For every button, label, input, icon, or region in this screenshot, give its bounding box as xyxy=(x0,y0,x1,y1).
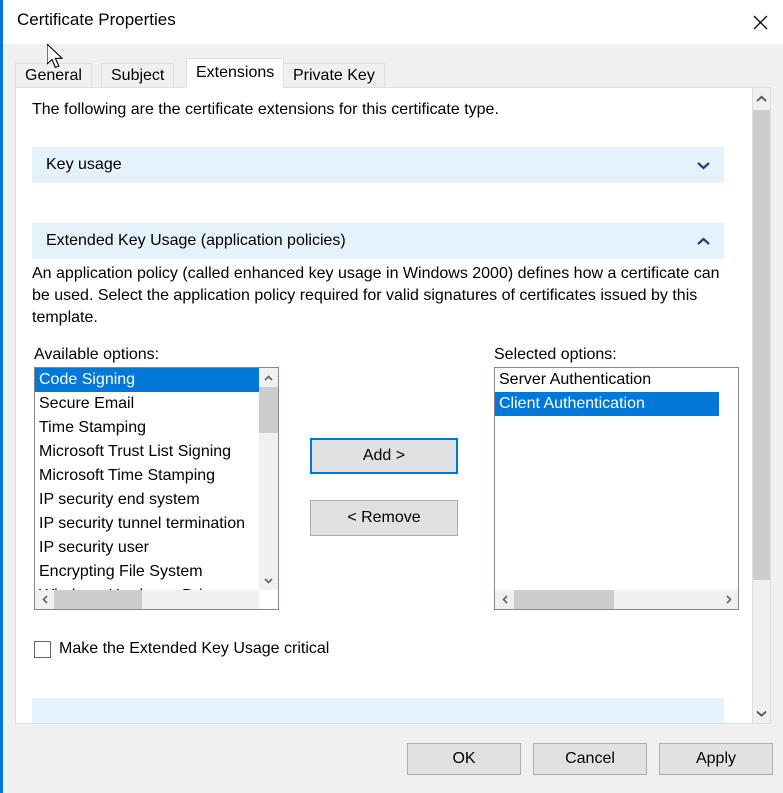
scrollbar-corner xyxy=(259,590,278,609)
scroll-up-icon[interactable] xyxy=(259,368,278,387)
available-list-horizontal-scrollbar[interactable] xyxy=(35,590,278,609)
available-option-item[interactable]: IP security user xyxy=(35,536,259,560)
available-option-item[interactable]: Code Signing xyxy=(35,368,259,392)
apply-button[interactable]: Apply xyxy=(659,743,773,775)
extensions-tab-page: The following are the certificate extens… xyxy=(15,87,771,724)
available-list-vertical-scrollbar[interactable] xyxy=(259,368,278,590)
selected-option-item[interactable]: Client Authentication xyxy=(495,392,719,416)
make-critical-checkbox-row[interactable]: Make the Extended Key Usage critical xyxy=(34,640,329,658)
tab-strip: General Subject Extensions Private Key xyxy=(15,58,771,88)
remove-button[interactable]: < Remove xyxy=(310,500,458,536)
available-option-item[interactable]: IP security end system xyxy=(35,488,259,512)
section-header-extended-key-usage[interactable]: Extended Key Usage (application policies… xyxy=(32,223,724,259)
make-critical-checkbox[interactable] xyxy=(34,640,51,658)
title-bar: Certificate Properties xyxy=(3,0,783,44)
section-title-extended-key-usage: Extended Key Usage (application policies… xyxy=(46,232,346,249)
window-title: Certificate Properties xyxy=(17,10,176,29)
selected-list-hscroll-thumb[interactable] xyxy=(514,590,614,609)
selected-options-items: Server Authentication Client Authenticati… xyxy=(495,368,719,590)
section-header-partial[interactable] xyxy=(32,698,724,723)
extended-key-usage-description: An application policy (called enhanced k… xyxy=(32,265,720,326)
scroll-down-icon[interactable] xyxy=(753,703,770,723)
scroll-up-icon[interactable] xyxy=(753,88,770,108)
tab-extensions[interactable]: Extensions xyxy=(186,58,285,88)
make-critical-label: Make the Extended Key Usage critical xyxy=(59,640,330,657)
selected-option-item[interactable]: Server Authentication xyxy=(495,368,719,392)
available-options-listbox[interactable]: Code Signing Secure Email Time Stamping Mic… xyxy=(34,367,279,610)
selected-options-label: Selected options: xyxy=(494,346,617,363)
available-option-item[interactable]: Time Stamping xyxy=(35,416,259,440)
scroll-left-icon[interactable] xyxy=(495,590,514,609)
available-option-item[interactable]: IP security tunnel termination xyxy=(35,512,259,536)
close-icon[interactable] xyxy=(737,0,783,44)
available-option-item[interactable]: Microsoft Trust List Signing xyxy=(35,440,259,464)
scroll-right-icon[interactable] xyxy=(719,590,738,609)
intro-text: The following are the certificate extens… xyxy=(32,101,499,118)
tab-general[interactable]: General xyxy=(15,63,92,88)
available-list-hscroll-thumb[interactable] xyxy=(54,590,142,609)
available-options-items: Code Signing Secure Email Time Stamping Mic… xyxy=(35,368,259,590)
cancel-button[interactable]: Cancel xyxy=(533,743,647,775)
section-title-key-usage: Key usage xyxy=(46,156,122,173)
section-header-key-usage[interactable]: Key usage xyxy=(32,147,724,183)
scroll-left-icon[interactable] xyxy=(35,590,54,609)
tab-private-key[interactable]: Private Key xyxy=(283,63,385,88)
available-option-item[interactable]: Secure Email xyxy=(35,392,259,416)
selected-list-horizontal-scrollbar[interactable] xyxy=(495,590,738,609)
available-options-label: Available options: xyxy=(34,346,160,363)
page-vertical-scrollbar[interactable] xyxy=(752,88,770,723)
chevron-up-icon xyxy=(697,223,710,259)
available-option-item[interactable]: Microsoft Time Stamping xyxy=(35,464,259,488)
extensions-content: The following are the certificate extens… xyxy=(16,88,739,723)
chevron-down-icon xyxy=(697,147,710,183)
add-button[interactable]: Add > xyxy=(310,438,458,474)
tab-subject[interactable]: Subject xyxy=(101,63,175,88)
scroll-down-icon[interactable] xyxy=(259,571,278,590)
available-option-item[interactable]: Encrypting File System xyxy=(35,560,259,584)
page-vscroll-thumb[interactable] xyxy=(753,110,770,580)
available-list-vscroll-thumb[interactable] xyxy=(259,387,278,433)
certificate-properties-dialog: Certificate Properties General Subject E… xyxy=(0,0,783,793)
selected-options-listbox[interactable]: Server Authentication Client Authenticati… xyxy=(494,367,739,610)
ok-button[interactable]: OK xyxy=(407,743,521,775)
